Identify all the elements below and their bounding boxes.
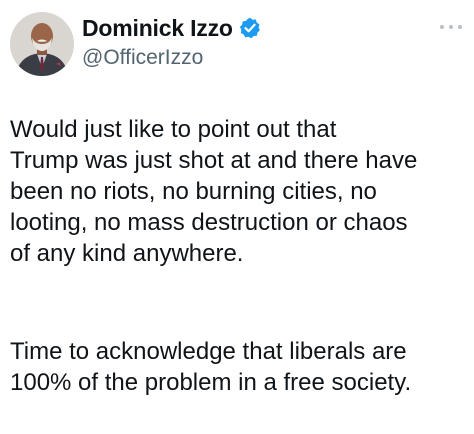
verified-badge-icon <box>239 17 261 39</box>
tweet-card: Dominick Izzo @OfficerIzzo Would just li… <box>0 0 474 434</box>
tweet-text-paragraph-2: Time to acknowledge that liberals are 10… <box>10 338 412 396</box>
author-name-row: Dominick Izzo <box>82 13 261 43</box>
more-options-icon[interactable] <box>440 22 462 32</box>
more-dot <box>458 25 462 29</box>
tweet-text-paragraph-1: Would just like to point out that Trump … <box>10 116 418 267</box>
more-dot <box>449 25 453 29</box>
author-display-name[interactable]: Dominick Izzo <box>82 15 233 42</box>
avatar-image <box>10 12 74 76</box>
author-avatar[interactable] <box>10 12 74 76</box>
more-dot <box>440 25 444 29</box>
author-handle[interactable]: @OfficerIzzo <box>82 46 203 70</box>
